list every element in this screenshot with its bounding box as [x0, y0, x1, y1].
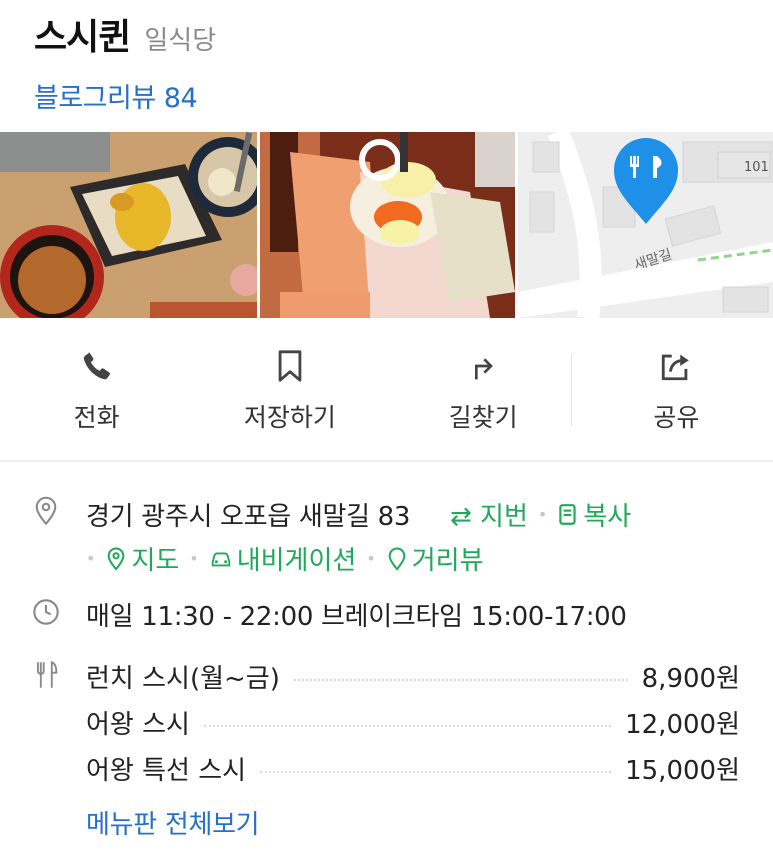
place-name: 스시퀸: [34, 17, 131, 58]
menu-item-price: 15,000원: [625, 755, 740, 786]
location-map-thumbnail[interactable]: 101 새말길: [518, 132, 773, 318]
place-category: 일식당: [144, 26, 217, 56]
separator-dot: •: [366, 549, 376, 568]
call-button-label: 전화: [73, 403, 120, 432]
menu-item: 어왕 특선 스시 15,000원: [86, 750, 740, 786]
directions-button-label: 길찾기: [448, 403, 518, 432]
menu-leader: [203, 725, 612, 727]
menu-item-name: 어왕 스시: [86, 709, 190, 740]
bookmark-icon: [272, 348, 308, 384]
business-hours: 매일 11:30 - 22:00 브레이크타임 15:00-17:00: [86, 602, 627, 632]
map-building-number: 101: [744, 160, 769, 175]
place-header: 스시퀸 일식당 블로그리뷰 84: [34, 8, 754, 115]
location-pin-icon: [32, 496, 62, 526]
copy-label: 복사: [583, 502, 632, 532]
phone-icon: [79, 348, 115, 384]
directions-button[interactable]: 길찾기: [387, 330, 580, 450]
clock-icon: [32, 598, 62, 628]
food-photo-tempura[interactable]: [0, 132, 257, 318]
map-pin-small-icon: [108, 547, 125, 571]
map-link-label: 지도: [131, 546, 180, 576]
menu-item: 런치 스시(월~금) 8,900원: [86, 658, 740, 694]
map-link-button[interactable]: 지도: [105, 540, 179, 577]
action-bar: 전화 저장하기 길찾기 공유: [0, 330, 773, 450]
menu-item: 어왕 스시 12,000원: [86, 704, 740, 740]
lot-number-button[interactable]: ⇄ 지번: [450, 496, 528, 533]
menu-item-price: 8,900원: [641, 663, 740, 694]
street-view-icon: [388, 547, 406, 571]
separator-dot: •: [189, 549, 199, 568]
street-view-label: 거리뷰: [411, 546, 484, 576]
menu-item-name: 어왕 특선 스시: [86, 755, 247, 786]
photo-strip: 101 새말길: [0, 132, 773, 318]
menu-item-price: 12,000원: [625, 709, 740, 740]
share-button[interactable]: 공유: [580, 330, 773, 450]
food-photo-sushi[interactable]: [260, 132, 515, 318]
view-full-menu-link[interactable]: 메뉴판 전체보기: [86, 804, 260, 841]
car-icon: [211, 552, 230, 566]
menu-item-name: 런치 스시(월~금): [86, 663, 280, 694]
separator-dot: •: [86, 549, 96, 568]
save-button-label: 저장하기: [243, 403, 336, 432]
share-icon: [658, 348, 694, 384]
menu-leader: [293, 679, 628, 681]
share-button-label: 공유: [653, 403, 700, 432]
menu-leader: [260, 771, 612, 773]
address-text: 경기 광주시 오포읍 새말길 83: [86, 502, 411, 532]
directions-icon: [465, 348, 501, 384]
call-button[interactable]: 전화: [0, 330, 193, 450]
blog-review-link[interactable]: 블로그리뷰 84: [34, 76, 198, 115]
save-button[interactable]: 저장하기: [193, 330, 386, 450]
navigation-button[interactable]: 내비게이션: [209, 540, 357, 577]
separator-dot: •: [537, 505, 548, 524]
copy-icon: [559, 503, 576, 525]
street-view-button[interactable]: 거리뷰: [386, 540, 484, 577]
navigation-label: 내비게이션: [236, 546, 357, 576]
section-divider: [0, 460, 773, 462]
action-divider: [571, 354, 572, 426]
copy-address-button[interactable]: 복사: [557, 496, 631, 533]
fork-knife-icon: [32, 660, 62, 690]
